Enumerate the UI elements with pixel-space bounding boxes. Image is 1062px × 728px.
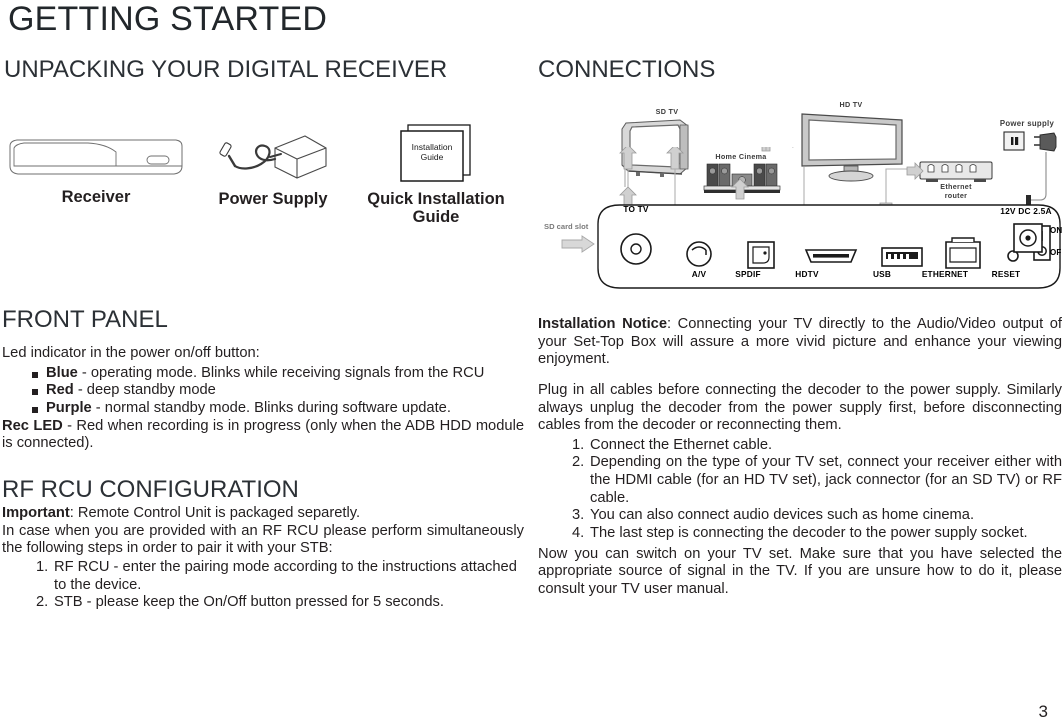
rf-rcu-paragraph: In case when you are provided with an RF… xyxy=(2,522,524,557)
power-supply-label: Power supply xyxy=(999,119,1055,128)
booklet-title-line1: Installation xyxy=(412,142,453,152)
unpack-caption-power-supply: Power Supply xyxy=(218,190,328,208)
dc-jack-label: 12V DC 2.5A xyxy=(1000,206,1052,216)
unpacking-items: Receiver Power Supply Installation Guide… xyxy=(0,112,524,237)
power-adapter-illustration xyxy=(213,126,333,184)
list-item: Connect the Ethernet cable. xyxy=(572,436,773,454)
led-desc-blue: - operating mode. Blinks while receiving… xyxy=(77,364,485,381)
led-term-red: Red xyxy=(46,382,74,399)
rec-led-term: Rec LED xyxy=(2,417,63,434)
booklet-title-line2: Guide xyxy=(421,152,444,162)
list-item: Blue - operating mode. Blinks while rece… xyxy=(32,365,524,383)
led-term-blue: Blue xyxy=(46,364,78,381)
front-panel-heading: FRONT PANEL xyxy=(2,306,168,333)
list-item: The last step is connecting the decoder … xyxy=(572,525,1028,542)
page-number: 3 xyxy=(1038,702,1048,721)
port-label-ethernet: ETHERNET xyxy=(921,269,969,279)
connections-heading: CONNECTIONS xyxy=(538,56,716,83)
hd-tv-label: HD TV xyxy=(839,100,863,109)
port-label-spdif: SPDIF xyxy=(735,269,761,279)
receiver-back-panel xyxy=(596,202,1062,297)
port-label-to-tv: TO TV xyxy=(623,204,649,214)
installation-guide-illustration: Installation Guide xyxy=(388,120,484,184)
rf-rcu-steps: RF RCU - enter the pairing mode accordin… xyxy=(2,559,524,612)
port-label-hdtv: HDTV xyxy=(795,269,819,279)
unpacking-heading: UNPACKING YOUR DIGITAL RECEIVER xyxy=(4,56,448,83)
led-indicator-list: Blue - operating mode. Blinks while rece… xyxy=(2,365,524,418)
led-term-purple: Purple xyxy=(46,399,92,416)
rec-led-paragraph: Rec LED - Red when recording is in progr… xyxy=(2,418,524,453)
power-switch-off-label: OFF xyxy=(1050,248,1062,257)
front-panel-body: Led indicator in the power on/off button… xyxy=(2,345,524,453)
port-label-av: A/V xyxy=(691,269,707,279)
port-label-reset: RESET xyxy=(991,269,1021,279)
dc-jack-illustration xyxy=(1008,220,1048,267)
sd-card-slot-arrow xyxy=(561,235,595,253)
plug-cables-paragraph: Plug in all cables before connecting the… xyxy=(538,381,1062,434)
rf-rcu-important: Important: Remote Control Unit is packag… xyxy=(2,505,524,523)
closing-paragraph: Now you can switch on your TV set. Make … xyxy=(538,545,1062,597)
list-item: You can also connect audio devices such … xyxy=(572,507,975,524)
led-desc-red: - deep standby mode xyxy=(73,382,216,399)
port-label-usb: USB xyxy=(872,269,892,279)
list-item: Red - deep standby mode xyxy=(32,382,524,400)
unpack-item-power-supply: Power Supply xyxy=(200,126,346,209)
sd-tv-label: SD TV xyxy=(655,107,679,116)
page-title: GETTING STARTED xyxy=(8,0,328,38)
list-item: Depending on the type of your TV set, co… xyxy=(572,454,1062,506)
list-item: RF RCU - enter the pairing mode accordin… xyxy=(36,558,517,593)
installation-notice-paragraph: Installation Notice: Connecting your TV … xyxy=(538,316,1062,369)
unpack-caption-guide: Quick Installation Guide xyxy=(367,190,505,227)
unpack-caption-receiver: Receiver xyxy=(61,188,131,206)
list-item: STB - please keep the On/Off button pres… xyxy=(36,594,444,611)
led-desc-purple: - normal standby mode. Blinks during sof… xyxy=(91,399,451,416)
installation-notice-block: Installation Notice: Connecting your TV … xyxy=(538,316,1062,599)
receiver-illustration xyxy=(6,132,186,182)
list-item: Purple - normal standby mode. Blinks dur… xyxy=(32,400,524,418)
rec-led-desc: - Red when recording is in progress (onl… xyxy=(2,417,524,452)
front-panel-intro: Led indicator in the power on/off button… xyxy=(2,345,260,361)
manual-page: GETTING STARTED UNPACKING YOUR DIGITAL R… xyxy=(0,0,1062,728)
important-term: Important xyxy=(2,505,70,521)
rf-rcu-body: Important: Remote Control Unit is packag… xyxy=(2,505,524,612)
connections-diagram: SD TV Home Cinema HD TV Ethernet router … xyxy=(536,92,1062,292)
power-switch-on-label: ON xyxy=(1050,226,1062,235)
installation-notice-term: Installation Notice xyxy=(538,316,667,332)
sd-card-slot-label: SD card slot xyxy=(544,222,589,231)
important-rest: : Remote Control Unit is packaged separe… xyxy=(69,505,361,521)
rf-rcu-heading: RF RCU CONFIGURATION xyxy=(2,476,299,503)
unpack-item-receiver: Receiver xyxy=(6,132,186,207)
connection-steps: Connect the Ethernet cable. Depending on… xyxy=(538,437,1062,543)
unpack-item-guide: Installation Guide Quick Installation Gu… xyxy=(348,120,524,227)
